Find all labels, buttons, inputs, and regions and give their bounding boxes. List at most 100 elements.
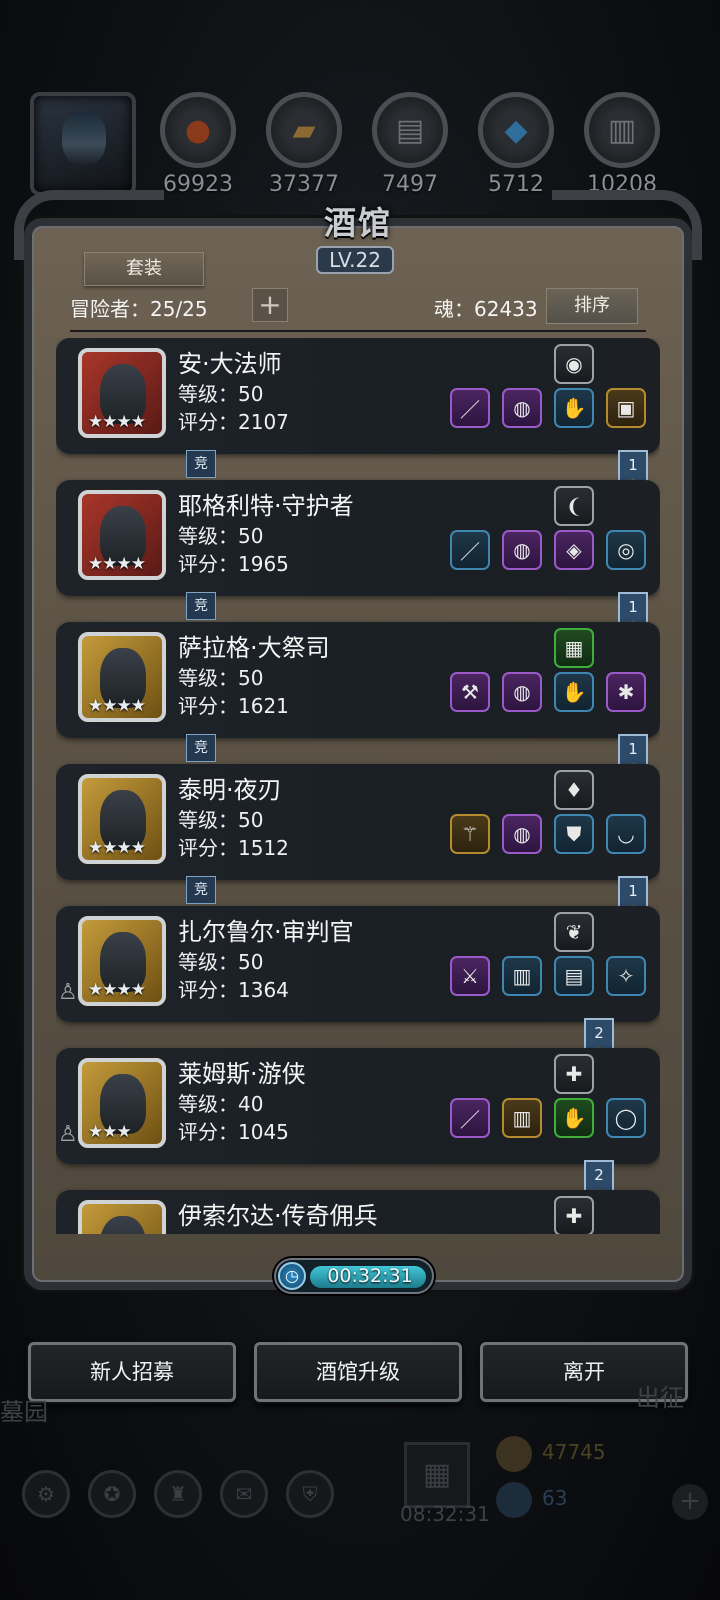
hero-card[interactable]: ♙ ★★★★ 扎尔鲁尔·审判官 等级：50 评分：1364 ❦ ⚔ ▥ ▤ ✧ — [56, 906, 660, 1022]
walking-figure-icon: ♙ — [58, 980, 78, 1005]
player-face — [62, 112, 106, 166]
horn-slot-icon[interactable]: ◡ — [606, 814, 646, 854]
mail-icon: ✉ — [220, 1470, 268, 1518]
hero-level: 等级：50 — [178, 808, 264, 832]
hero-card[interactable]: ★★★★ 泰明·夜刃 等级：50 评分：1512 ♦ ⚚ ◍ ⛊ ◡ — [56, 764, 660, 880]
player-portrait[interactable] — [30, 92, 136, 196]
hero-avatar[interactable]: ★★★★ — [78, 774, 166, 864]
tavern-panel: 酒馆 LV.22 套装 冒险者：25/25 + 魂：62433 排序 ★★★★ … — [14, 190, 702, 1300]
hero-avatar[interactable]: ★★★★ — [78, 348, 166, 438]
hero-card[interactable]: ★★★★ 安·大法师 等级：50 评分：2107 ◉ ／ ◍ ✋ ▣ — [56, 338, 660, 454]
recruit-button[interactable]: 新人招募 — [28, 1342, 236, 1402]
armor-slot-icon[interactable]: ▥ — [502, 956, 542, 996]
hero-score: 评分：1045 — [178, 1120, 289, 1144]
hero-name: 莱姆斯·游侠 — [178, 1060, 306, 1088]
bracer-slot-icon[interactable]: ▤ — [554, 956, 594, 996]
hero-card[interactable]: ★★★★ 萨拉格·大祭司 等级：50 评分：1621 ▦ ⚒ ◍ ✋ ✱ — [56, 622, 660, 738]
add-adventurer-slot-button[interactable]: + — [252, 288, 288, 322]
hero-card[interactable]: ♙ ★★★ 莱姆斯·游侠 等级：40 评分：1045 ✚ ／ ▥ ✋ ◯ — [56, 1048, 660, 1164]
hero-level: 等级：40 — [178, 1092, 264, 1116]
hero-stars: ★★★★ — [88, 412, 146, 432]
bow-slot-icon[interactable]: ／ — [450, 1098, 490, 1138]
tavern-level-badge: LV.22 — [316, 246, 394, 274]
empty-trinket-slot-icon[interactable]: ✚ — [554, 1054, 594, 1094]
divider — [70, 330, 646, 332]
axe-slot-icon[interactable]: ⚔ — [450, 956, 490, 996]
arena-tag: 竞 — [186, 876, 216, 904]
gift-icon: ▦ — [404, 1442, 470, 1508]
hero-card[interactable]: 伊索尔达·传奇佣兵 ✚ — [56, 1190, 660, 1234]
scepter-slot-icon[interactable]: ⚚ — [450, 814, 490, 854]
resource-stone: ▤ 7497 — [370, 92, 450, 197]
hero-level: 等级：50 — [178, 524, 264, 548]
hero-name: 安·大法师 — [178, 350, 282, 378]
resource-bar: ● 69923 ▰ 37377 ▤ 7497 ◆ 5712 ▥ 10208 — [0, 88, 720, 198]
suit-button[interactable]: 套装 — [84, 252, 204, 286]
staff-slot-icon[interactable]: ／ — [450, 388, 490, 428]
hero-avatar[interactable]: ★★★★ — [78, 916, 166, 1006]
hero-name: 伊索尔达·传奇佣兵 — [178, 1202, 378, 1230]
amulet-slot-icon[interactable]: ✧ — [606, 956, 646, 996]
crystal-icon: ◆ — [478, 92, 554, 168]
gauntlet-slot-icon[interactable]: ✋ — [554, 1098, 594, 1138]
shield-slot-icon[interactable]: ⛊ — [554, 814, 594, 854]
hero-avatar[interactable]: ★★★ — [78, 1058, 166, 1148]
empty-trinket-slot-icon[interactable]: ✚ — [554, 1196, 594, 1234]
castle-icon: ♜ — [154, 1470, 202, 1518]
hero-score: 评分：1512 — [178, 836, 289, 860]
hammer-slot-icon[interactable]: ⚒ — [450, 672, 490, 712]
hero-name: 泰明·夜刃 — [178, 776, 282, 804]
hero-score: 评分：1621 — [178, 694, 289, 718]
hero-score: 评分：2107 — [178, 410, 289, 434]
hero-portrait — [100, 1216, 146, 1234]
hero-name: 耶格利特·守护者 — [178, 492, 354, 520]
tavern-title: 酒馆 — [323, 204, 392, 242]
sword-slot-icon[interactable]: ／ — [450, 530, 490, 570]
hero-score: 评分：1364 — [178, 978, 289, 1002]
helmet-slot-icon[interactable]: ◍ — [502, 388, 542, 428]
gauntlet-slot-icon[interactable]: ✋ — [554, 672, 594, 712]
shield-slot-icon[interactable]: ◈ — [554, 530, 594, 570]
gold-amount: 47745 — [542, 1440, 606, 1464]
potion-trinket-icon[interactable]: ♦ — [554, 770, 594, 810]
achievement-icon: ✪ — [88, 1470, 136, 1518]
hero-score: 评分：1965 — [178, 552, 289, 576]
resource-crystal: ◆ 5712 — [476, 92, 556, 197]
helmet-slot-icon[interactable]: ◍ — [502, 814, 542, 854]
iron-icon: ▥ — [584, 92, 660, 168]
hero-card[interactable]: ★★★★ 耶格利特·守护者 等级：50 评分：1965 ❨ ／ ◍ ◈ ◎ — [56, 480, 660, 596]
hero-avatar[interactable]: ★★★★ — [78, 490, 166, 580]
armor-slot-icon[interactable]: ▥ — [502, 1098, 542, 1138]
ring-slot-icon[interactable]: ◯ — [606, 1098, 646, 1138]
upgrade-tavern-button[interactable]: 酒馆升级 — [254, 1342, 462, 1402]
hero-level: 等级：50 — [178, 950, 264, 974]
adventurer-count: 冒险者：25/25 — [70, 297, 208, 321]
refresh-timer: ◷ 00:32:31 — [274, 1258, 434, 1294]
helmet-slot-icon[interactable]: ◍ — [502, 530, 542, 570]
fang-trinket-icon[interactable]: ❨ — [554, 486, 594, 526]
frame-ornament-left — [14, 190, 164, 260]
armor-slot-icon[interactable]: ▣ — [606, 388, 646, 428]
frame-ornament-right — [552, 190, 702, 260]
arena-tag: 竞 — [186, 734, 216, 762]
armor-slot-icon[interactable]: ◍ — [502, 672, 542, 712]
stone-icon: ▤ — [372, 92, 448, 168]
hero-avatar[interactable]: ★★★★ — [78, 632, 166, 722]
amulet-slot-icon[interactable]: ✱ — [606, 672, 646, 712]
hero-list[interactable]: ★★★★ 安·大法师 等级：50 评分：2107 ◉ ／ ◍ ✋ ▣ 竞 1 ★… — [56, 338, 660, 1234]
hero-stars: ★★★★ — [88, 554, 146, 574]
sort-button[interactable]: 排序 — [546, 288, 638, 324]
arena-tag: 竞 — [186, 450, 216, 478]
trinket-slot-icon[interactable]: ◉ — [554, 344, 594, 384]
scroll-trinket-icon[interactable]: ▦ — [554, 628, 594, 668]
timer-text: 00:32:31 — [327, 1265, 413, 1287]
shield-icon: ⛨ — [286, 1470, 334, 1518]
gem-icon — [496, 1482, 532, 1518]
feather-trinket-icon[interactable]: ❦ — [554, 912, 594, 952]
soul-count: 魂：62433 — [434, 297, 538, 321]
ring-slot-icon[interactable]: ◎ — [606, 530, 646, 570]
hero-level: 等级：50 — [178, 382, 264, 406]
hero-avatar[interactable] — [78, 1200, 166, 1234]
expedition-label: 出征 — [636, 1384, 684, 1412]
gauntlet-slot-icon[interactable]: ✋ — [554, 388, 594, 428]
